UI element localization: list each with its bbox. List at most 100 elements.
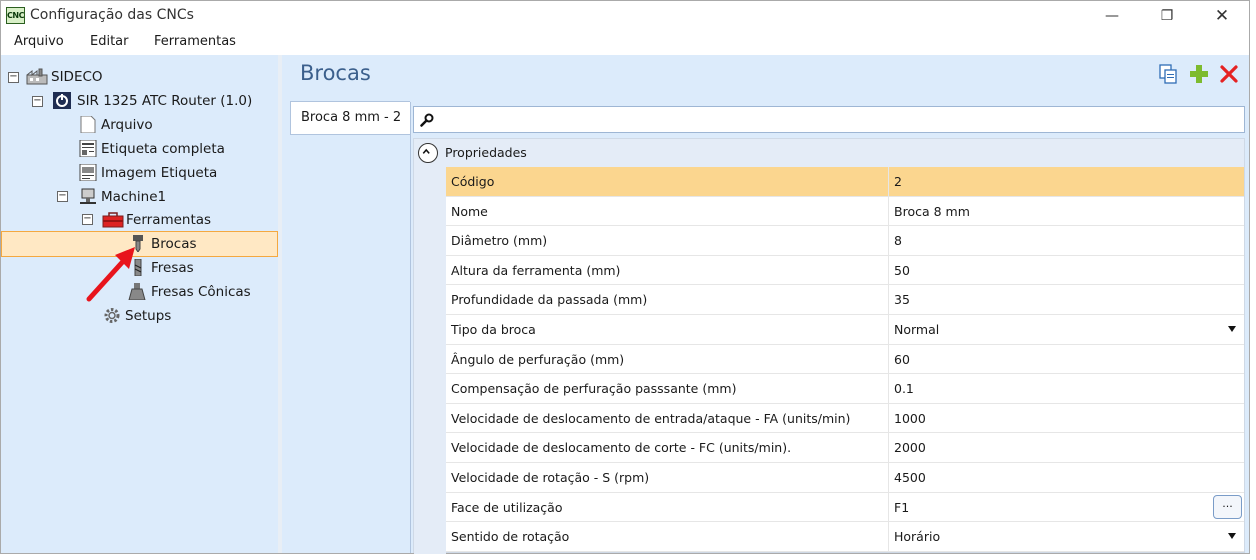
- property-value[interactable]: Normal: [894, 322, 939, 337]
- collapse-toggle-icon[interactable]: −: [82, 214, 93, 225]
- property-value[interactable]: 8: [894, 233, 902, 248]
- property-value[interactable]: Horário: [894, 529, 940, 544]
- dropdown-arrow-icon[interactable]: [1228, 326, 1236, 332]
- column-divider: [888, 463, 889, 492]
- property-row[interactable]: Nome Broca 8 mm: [446, 196, 1244, 227]
- menu-ferramentas[interactable]: Ferramentas: [154, 34, 236, 49]
- add-icon[interactable]: [1189, 64, 1209, 84]
- close-button[interactable]: ✕: [1199, 1, 1245, 31]
- property-row[interactable]: Código 2: [446, 167, 1244, 197]
- main-panel: Brocas Broca 8 mm - 2 Propriedades Códig…: [282, 55, 1249, 554]
- property-name: Código: [451, 174, 495, 189]
- property-row[interactable]: Profundidade da passada (mm) 35: [446, 285, 1244, 315]
- app-icon: CNC: [6, 7, 25, 24]
- property-name: Velocidade de deslocamento de corte - FC…: [451, 440, 792, 456]
- menu-bar: Arquivo Editar Ferramentas: [1, 31, 1249, 54]
- property-row[interactable]: Tipo da broca Normal: [446, 315, 1244, 345]
- search-icon: [420, 113, 434, 127]
- column-divider: [888, 226, 889, 255]
- copy-icon[interactable]: [1158, 64, 1178, 84]
- annotation-arrow-icon: [86, 247, 135, 302]
- tree-item-machine1[interactable]: Machine1: [101, 186, 166, 208]
- column-divider: [888, 196, 889, 226]
- property-row[interactable]: Velocidade de deslocamento de entrada/at…: [446, 403, 1244, 434]
- grid-left-margin: [414, 167, 446, 554]
- tab-broca-8mm[interactable]: Broca 8 mm - 2: [290, 101, 410, 135]
- collapse-toggle-icon[interactable]: −: [32, 96, 43, 107]
- property-name: Nome: [451, 203, 488, 219]
- menu-arquivo[interactable]: Arquivo: [14, 34, 64, 49]
- property-row[interactable]: Compensação de perfuração passsante (mm)…: [446, 374, 1244, 404]
- group-header-propriedades[interactable]: Propriedades: [414, 139, 1244, 167]
- property-value[interactable]: 2000: [894, 440, 926, 455]
- property-name: Profundidade da passada (mm): [451, 292, 648, 308]
- property-row[interactable]: Sentido de rotação Horário: [446, 522, 1244, 552]
- window-title: Configuração das CNCs: [30, 7, 194, 23]
- menu-editar[interactable]: Editar: [90, 34, 129, 49]
- property-name: Face de utilização: [451, 499, 563, 515]
- property-value[interactable]: 50: [894, 263, 910, 278]
- property-name: Altura da ferramenta (mm): [451, 262, 621, 278]
- property-value[interactable]: 1000: [894, 411, 926, 426]
- collapse-toggle-icon[interactable]: −: [57, 191, 68, 202]
- delete-icon[interactable]: [1219, 64, 1239, 84]
- column-divider: [888, 285, 889, 314]
- tree-item-etiqueta-completa[interactable]: Etiqueta completa: [101, 138, 225, 160]
- file-icon: [80, 116, 96, 133]
- property-value[interactable]: 4500: [894, 470, 926, 485]
- property-value[interactable]: 60: [894, 352, 910, 367]
- property-row[interactable]: Velocidade de deslocamento de corte - FC…: [446, 433, 1244, 463]
- minimize-button[interactable]: —: [1089, 1, 1135, 31]
- property-value[interactable]: 2: [894, 174, 902, 189]
- column-divider: [888, 492, 889, 522]
- property-value[interactable]: Broca 8 mm: [894, 204, 970, 219]
- column-divider: [888, 344, 889, 374]
- property-name: Velocidade de deslocamento de entrada/at…: [451, 410, 851, 426]
- property-grid: Propriedades Código 2 Nome Broca 8 mm Diâmet…: [413, 138, 1245, 554]
- column-divider: [888, 403, 889, 433]
- property-name: Sentido de rotação: [451, 529, 570, 545]
- tree-item-ferramentas[interactable]: Ferramentas: [126, 209, 211, 231]
- property-panel: Propriedades Código 2 Nome Broca 8 mm Diâmet…: [410, 102, 1249, 554]
- property-row[interactable]: Face de utilização F1...: [446, 492, 1244, 523]
- tree-item-sideco[interactable]: SIDECO: [51, 66, 103, 88]
- property-row[interactable]: Ângulo de perfuração (mm) 60: [446, 344, 1244, 375]
- property-value[interactable]: F1: [894, 500, 909, 515]
- tree-item-fresas-conicas[interactable]: Fresas Cônicas: [151, 281, 251, 303]
- dropdown-arrow-icon[interactable]: [1228, 533, 1236, 540]
- property-row[interactable]: Velocidade de rotação - S (rpm) 4500: [446, 463, 1244, 493]
- property-value[interactable]: 0.1: [894, 381, 914, 396]
- property-row[interactable]: Altura da ferramenta (mm) 50: [446, 255, 1244, 286]
- column-divider: [888, 433, 889, 462]
- column-divider: [888, 255, 889, 285]
- tree-item-imagem-etiqueta[interactable]: Imagem Etiqueta: [101, 162, 217, 184]
- property-value[interactable]: 35: [894, 292, 910, 307]
- column-divider: [888, 522, 889, 551]
- ellipsis-button[interactable]: ...: [1213, 494, 1242, 519]
- property-name: Compensação de perfuração passsante (mm): [451, 381, 737, 397]
- column-divider: [888, 167, 889, 196]
- column-divider: [888, 315, 889, 344]
- machine-icon: [80, 188, 96, 204]
- collapse-group-icon[interactable]: [418, 143, 438, 163]
- power-icon: [53, 92, 71, 109]
- label-icon: [79, 140, 97, 157]
- tree-item-arquivo[interactable]: Arquivo: [101, 114, 153, 136]
- property-name: Velocidade de rotação - S (rpm): [451, 470, 650, 485]
- page-title: Brocas: [300, 61, 371, 85]
- collapse-toggle-icon[interactable]: −: [8, 72, 19, 83]
- search-input[interactable]: [413, 106, 1245, 133]
- title-bar: CNC Configuração das CNCs — ❐ ✕: [1, 1, 1249, 31]
- maximize-button[interactable]: ❐: [1144, 1, 1190, 31]
- navigation-tree: − SIDECO − SIR 1325 ATC Router (1.0) Arq…: [1, 55, 278, 553]
- property-name: Tipo da broca: [451, 322, 536, 337]
- column-divider: [888, 374, 889, 403]
- toolbox-icon: [102, 212, 124, 228]
- property-name: Diâmetro (mm): [451, 233, 548, 249]
- property-name: Ângulo de perfuração (mm): [451, 351, 625, 367]
- group-label: Propriedades: [445, 145, 527, 160]
- tree-item-router[interactable]: SIR 1325 ATC Router (1.0): [77, 90, 252, 112]
- property-row[interactable]: Diâmetro (mm) 8: [446, 226, 1244, 256]
- factory-icon: [26, 68, 48, 85]
- app-window: CNC Configuração das CNCs — ❐ ✕ Arquivo …: [0, 0, 1250, 554]
